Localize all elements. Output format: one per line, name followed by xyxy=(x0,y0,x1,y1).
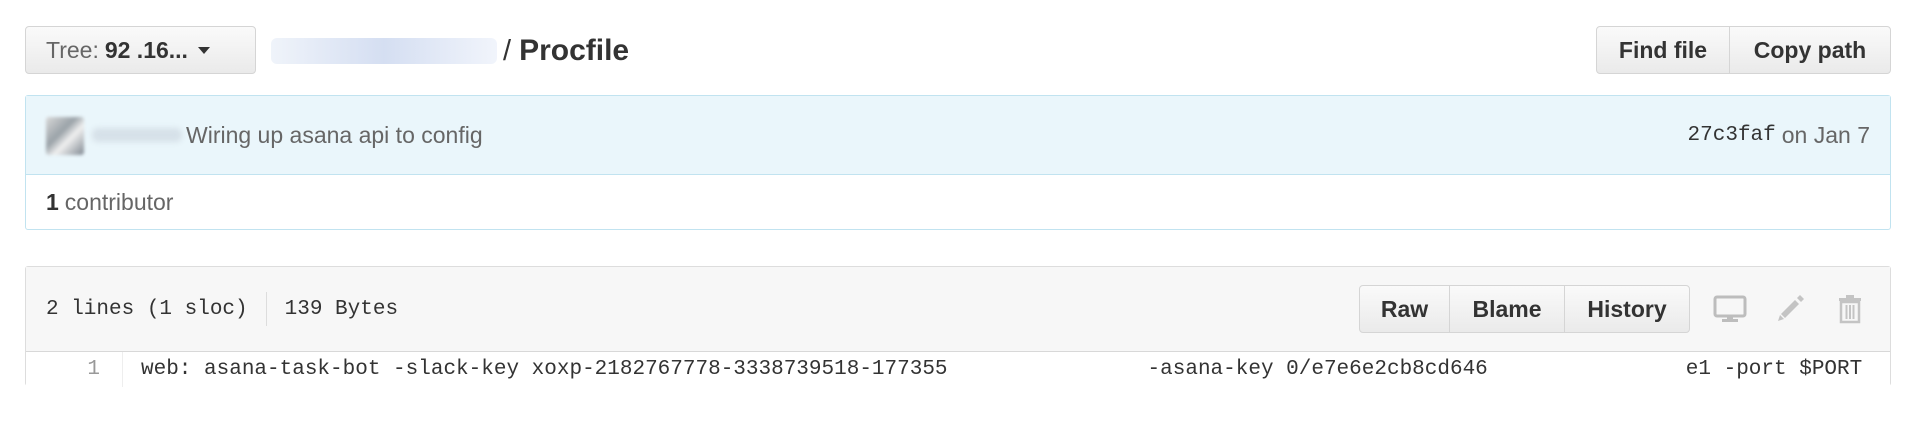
file-header: 2 lines (1 sloc) 139 Bytes Raw Blame His… xyxy=(26,267,1890,352)
contributor-count: 1 xyxy=(46,188,59,215)
branch-tree-selector[interactable]: Tree: 92 .16... xyxy=(25,26,256,74)
file-info-divider xyxy=(265,292,267,326)
blame-button[interactable]: Blame xyxy=(1449,285,1565,333)
code-text: web: asana-task-bot -slack-key xoxp-2182… xyxy=(123,352,1871,387)
contributor-label: contributor xyxy=(64,188,174,215)
file-nav-buttons: Find file Copy path xyxy=(1596,26,1891,74)
commit-message[interactable]: Wiring up asana api to config xyxy=(186,96,483,174)
file-name: Procfile xyxy=(519,34,630,67)
find-file-button[interactable]: Find file xyxy=(1596,26,1730,74)
tree-label: Tree: xyxy=(46,36,99,63)
file-info: 2 lines (1 sloc) 139 Bytes xyxy=(46,267,398,351)
breadcrumb: / Procfile xyxy=(271,34,629,68)
repo-link-redacted[interactable] xyxy=(271,38,497,64)
breadcrumb-separator: / xyxy=(503,34,512,67)
pencil-icon[interactable] xyxy=(1770,289,1810,329)
commit-date: on Jan 7 xyxy=(1781,121,1870,148)
file-size: 139 Bytes xyxy=(284,297,399,321)
raw-button[interactable]: Raw xyxy=(1359,285,1450,333)
author-name-redacted[interactable] xyxy=(92,128,182,142)
contributors-summary[interactable]: 1 contributor xyxy=(26,175,1890,229)
tree-value: 92 .16... xyxy=(104,36,188,63)
code-line: 1 web: asana-task-bot -slack-key xoxp-21… xyxy=(26,352,1890,387)
commit-meta: 27c3faf on Jan 7 xyxy=(1688,96,1870,174)
trash-icon[interactable] xyxy=(1830,289,1870,329)
desktop-icon[interactable] xyxy=(1710,289,1750,329)
file-view-page: Tree: 92 .16... / Procfile Find file Cop… xyxy=(0,0,1920,423)
caret-down-icon xyxy=(197,46,210,54)
avatar[interactable] xyxy=(46,117,84,155)
file-view-buttons: Raw Blame History xyxy=(1359,285,1690,333)
file-lines-info: 2 lines (1 sloc) xyxy=(46,297,248,321)
code-segment-2: -asana-key 0/e7e6e2cb8cd646 xyxy=(1147,358,1488,381)
commit-sha[interactable]: 27c3faf xyxy=(1688,124,1776,147)
copy-path-button[interactable]: Copy path xyxy=(1729,26,1891,74)
file-box: 2 lines (1 sloc) 139 Bytes Raw Blame His… xyxy=(25,266,1891,387)
line-number[interactable]: 1 xyxy=(26,352,123,387)
commit-tease: Wiring up asana api to config 27c3faf on… xyxy=(26,96,1890,175)
commit-info-box: Wiring up asana api to config 27c3faf on… xyxy=(25,95,1891,230)
code-segment-1: web: asana-task-bot -slack-key xoxp-2182… xyxy=(141,358,948,381)
file-actions: Raw Blame History xyxy=(1359,267,1870,351)
code-segment-3: e1 -port $PORT xyxy=(1685,358,1863,381)
file-navigation: Tree: 92 .16... / Procfile Find file Cop… xyxy=(25,26,1891,76)
history-button[interactable]: History xyxy=(1564,285,1690,333)
